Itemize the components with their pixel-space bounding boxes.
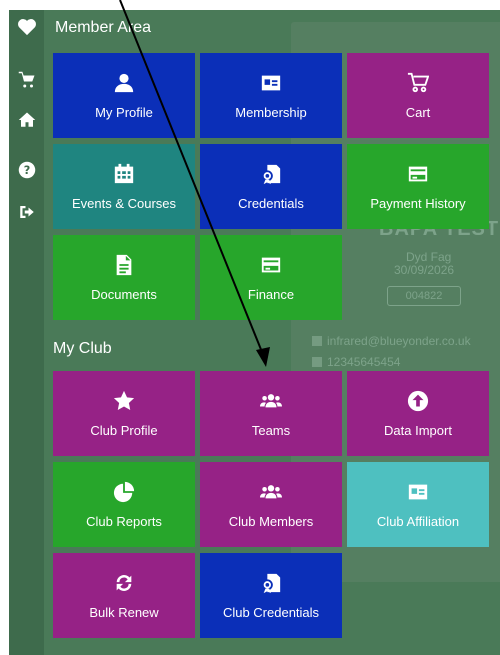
credential-icon (259, 162, 283, 186)
email-icon (312, 336, 322, 346)
page-title: Member Area (55, 19, 152, 36)
phone-icon (312, 357, 322, 367)
help-icon[interactable]: ? (17, 160, 37, 180)
tile-label: Teams (251, 423, 291, 438)
tile-label: Payment History (370, 196, 466, 211)
tile-label: Cart (405, 105, 431, 120)
club-profile-tile[interactable]: Club Profile (53, 371, 195, 456)
document-icon (112, 253, 136, 277)
users-icon (259, 480, 283, 504)
heart-icon (17, 18, 37, 38)
payment-history-tile[interactable]: Payment History (347, 144, 489, 229)
tile-label: Events & Courses (71, 196, 177, 211)
app-window: BAPA TEST Dyd Fag 30/09/2026 004822 infr… (9, 10, 500, 655)
credential-icon (259, 571, 283, 595)
membership-tile[interactable]: Membership (200, 53, 342, 138)
my-club-heading: My Club (53, 340, 112, 357)
star-icon (112, 389, 136, 413)
users-icon (259, 389, 283, 413)
documents-tile[interactable]: Documents (53, 235, 195, 320)
events-courses-tile[interactable]: Events & Courses (53, 144, 195, 229)
user-icon (112, 71, 136, 95)
tile-label: Club Affiliation (376, 514, 460, 529)
background-date: 30/09/2026 (394, 263, 455, 277)
background-phone: 12345645454 (327, 355, 401, 369)
club-affiliation-tile[interactable]: Club Affiliation (347, 462, 489, 547)
tile-label: Credentials (238, 196, 304, 211)
cart-icon (406, 71, 430, 95)
cart-tile[interactable]: Cart (347, 53, 489, 138)
bulk-renew-tile[interactable]: Bulk Renew (53, 553, 195, 638)
credit-card-icon (259, 253, 283, 277)
upload-icon (406, 389, 430, 413)
background-email: infrared@blueyonder.co.uk (327, 334, 471, 348)
id-card-icon (406, 480, 430, 504)
credentials-tile[interactable]: Credentials (200, 144, 342, 229)
sidebar: ? (9, 10, 44, 655)
background-code-badge: 004822 (387, 286, 461, 306)
calendar-icon (112, 162, 136, 186)
tile-label: Club Members (228, 514, 314, 529)
club-reports-tile[interactable]: Club Reports (53, 462, 195, 547)
tile-label: Club Reports (86, 514, 162, 529)
finance-tile[interactable]: Finance (200, 235, 342, 320)
logout-icon[interactable] (17, 202, 37, 222)
header: Member Area (9, 10, 291, 46)
club-members-tile[interactable]: Club Members (200, 462, 342, 547)
tile-label: Bulk Renew (89, 605, 159, 620)
background-subtitle: Dyd Fag (406, 250, 452, 264)
tile-label: Membership (235, 105, 307, 120)
my-profile-tile[interactable]: My Profile (53, 53, 195, 138)
club-credentials-tile[interactable]: Club Credentials (200, 553, 342, 638)
teams-tile[interactable]: Teams (200, 371, 342, 456)
tile-label: My Profile (95, 105, 153, 120)
tile-label: Data Import (384, 423, 452, 438)
svg-text:?: ? (24, 164, 31, 177)
home-icon[interactable] (17, 110, 37, 130)
data-import-tile[interactable]: Data Import (347, 371, 489, 456)
cart-icon[interactable] (17, 70, 37, 90)
sync-icon (112, 571, 136, 595)
credit-card-icon (406, 162, 430, 186)
tile-label: Club Credentials (222, 605, 320, 620)
tile-label: Club Profile (90, 423, 158, 438)
tile-label: Documents (91, 287, 157, 302)
pie-chart-icon (112, 480, 136, 504)
tile-label: Finance (247, 287, 295, 302)
id-card-icon (259, 71, 283, 95)
